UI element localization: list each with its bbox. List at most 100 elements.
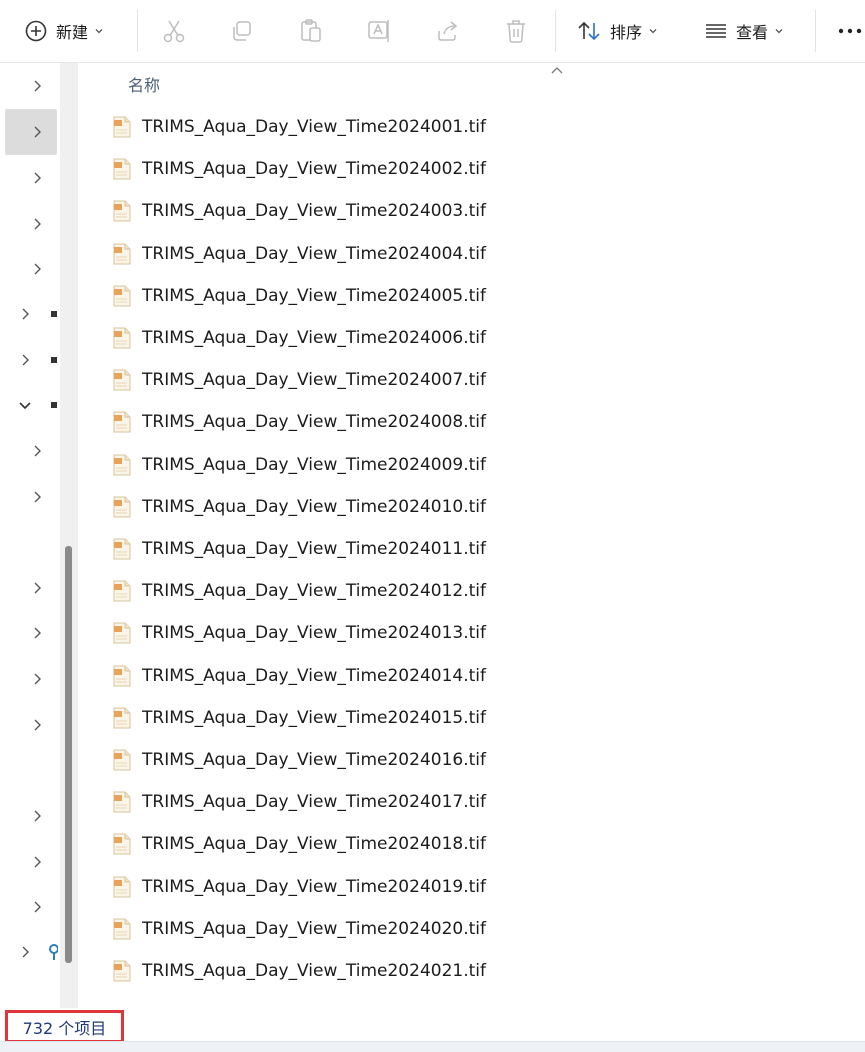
chevron-right-icon[interactable] bbox=[20, 353, 30, 367]
file-row[interactable]: TRIMS_Aqua_Day_View_Time2024020.tif bbox=[80, 908, 865, 950]
chevron-right-icon[interactable] bbox=[32, 672, 42, 686]
file-row[interactable]: TRIMS_Aqua_Day_View_Time2024021.tif bbox=[80, 950, 865, 992]
chevron-right-icon[interactable] bbox=[32, 581, 42, 595]
file-name: TRIMS_Aqua_Day_View_Time2024020.tif bbox=[142, 918, 486, 939]
chevron-down-icon bbox=[648, 26, 658, 36]
file-row[interactable]: TRIMS_Aqua_Day_View_Time2024008.tif bbox=[80, 401, 865, 443]
chevron-right-icon[interactable] bbox=[32, 79, 42, 93]
nav-item[interactable] bbox=[0, 884, 58, 930]
chevron-down-icon[interactable] bbox=[18, 400, 32, 410]
nav-item[interactable] bbox=[0, 246, 58, 292]
scissors-icon bbox=[162, 18, 186, 44]
window-bottom-edge bbox=[0, 1041, 865, 1052]
chevron-right-icon[interactable] bbox=[32, 125, 42, 139]
file-row[interactable]: TRIMS_Aqua_Day_View_Time2024014.tif bbox=[80, 655, 865, 697]
tif-file-icon bbox=[112, 918, 132, 940]
file-name: TRIMS_Aqua_Day_View_Time2024011.tif bbox=[142, 539, 486, 559]
nav-item[interactable] bbox=[0, 793, 58, 839]
chevron-right-icon[interactable] bbox=[32, 626, 42, 640]
view-button[interactable]: 查看 bbox=[704, 0, 784, 62]
chevron-right-icon[interactable] bbox=[32, 262, 42, 276]
tif-file-icon bbox=[112, 327, 132, 349]
tif-file-icon bbox=[112, 580, 132, 602]
more-button[interactable] bbox=[838, 0, 862, 62]
file-row[interactable]: TRIMS_Aqua_Day_View_Time2024016.tif bbox=[80, 739, 865, 781]
nav-item[interactable] bbox=[0, 565, 58, 611]
file-name: TRIMS_Aqua_Day_View_Time2024019.tif bbox=[142, 876, 486, 897]
chevron-down-icon bbox=[774, 26, 784, 36]
chevron-right-icon[interactable] bbox=[32, 718, 42, 732]
file-row[interactable]: TRIMS_Aqua_Day_View_Time2024007.tif bbox=[80, 359, 865, 401]
nav-item[interactable] bbox=[0, 474, 58, 520]
chevron-right-icon[interactable] bbox=[32, 171, 42, 185]
nav-item[interactable] bbox=[0, 201, 58, 247]
file-row[interactable]: TRIMS_Aqua_Day_View_Time2024012.tif bbox=[80, 570, 865, 612]
chevron-right-icon[interactable] bbox=[32, 444, 42, 458]
rename-icon bbox=[366, 18, 392, 44]
column-header-name[interactable]: 名称 bbox=[128, 72, 160, 96]
file-row[interactable]: TRIMS_Aqua_Day_View_Time2024017.tif bbox=[80, 781, 865, 823]
nav-item-network[interactable] bbox=[0, 929, 59, 975]
nav-item[interactable] bbox=[0, 702, 58, 748]
nav-item[interactable] bbox=[0, 656, 58, 702]
file-row[interactable]: TRIMS_Aqua_Day_View_Time2024001.tif bbox=[80, 106, 865, 148]
nav-scrollbar-thumb[interactable] bbox=[65, 546, 72, 963]
nav-item[interactable] bbox=[0, 839, 58, 885]
chevron-right-icon[interactable] bbox=[32, 490, 42, 504]
toolbar-divider bbox=[137, 10, 138, 52]
file-row[interactable]: TRIMS_Aqua_Day_View_Time2024003.tif bbox=[80, 190, 865, 232]
rename-button[interactable] bbox=[366, 0, 392, 62]
copy-button[interactable] bbox=[230, 0, 254, 62]
chevron-right-icon[interactable] bbox=[32, 855, 42, 869]
chevron-right-icon[interactable] bbox=[32, 217, 42, 231]
file-row[interactable]: TRIMS_Aqua_Day_View_Time2024013.tif bbox=[80, 612, 865, 654]
file-row[interactable]: TRIMS_Aqua_Day_View_Time2024004.tif bbox=[80, 233, 865, 275]
nav-item[interactable] bbox=[0, 428, 58, 474]
tif-file-icon bbox=[112, 116, 132, 138]
file-name: TRIMS_Aqua_Day_View_Time2024006.tif bbox=[142, 328, 486, 348]
nav-item[interactable] bbox=[0, 291, 58, 337]
chevron-right-icon[interactable] bbox=[32, 809, 42, 823]
nav-item[interactable] bbox=[0, 610, 58, 656]
tif-file-icon bbox=[112, 538, 132, 560]
file-row[interactable]: TRIMS_Aqua_Day_View_Time2024009.tif bbox=[80, 444, 865, 486]
plus-circle-icon bbox=[24, 19, 48, 43]
file-name: TRIMS_Aqua_Day_View_Time2024016.tif bbox=[142, 750, 486, 770]
file-row[interactable]: TRIMS_Aqua_Day_View_Time2024010.tif bbox=[80, 486, 865, 528]
tif-file-icon bbox=[112, 749, 132, 771]
tif-file-icon bbox=[112, 496, 132, 518]
file-row[interactable]: TRIMS_Aqua_Day_View_Time2024015.tif bbox=[80, 697, 865, 739]
tif-file-icon bbox=[112, 960, 132, 982]
file-list: 名称 TRIMS_Aqua_Day_View_Time2024001.tif TR… bbox=[80, 63, 865, 1008]
file-name: TRIMS_Aqua_Day_View_Time2024021.tif bbox=[142, 961, 486, 981]
command-bar: 新建 排序 查看 bbox=[0, 0, 865, 63]
delete-button[interactable] bbox=[504, 0, 528, 62]
file-row[interactable]: TRIMS_Aqua_Day_View_Time2024005.tif bbox=[80, 275, 865, 317]
tif-file-icon bbox=[112, 200, 132, 222]
nav-item-expanded[interactable] bbox=[0, 382, 58, 428]
file-name: TRIMS_Aqua_Day_View_Time2024015.tif bbox=[142, 707, 486, 728]
file-row[interactable]: TRIMS_Aqua_Day_View_Time2024011.tif bbox=[80, 528, 865, 570]
nav-item[interactable] bbox=[0, 337, 58, 383]
chevron-right-icon[interactable] bbox=[20, 945, 30, 959]
sort-button[interactable]: 排序 bbox=[576, 0, 658, 62]
nav-item[interactable] bbox=[0, 63, 58, 109]
new-button[interactable]: 新建 bbox=[24, 0, 104, 62]
tif-file-icon bbox=[112, 243, 132, 265]
file-name: TRIMS_Aqua_Day_View_Time2024002.tif bbox=[142, 159, 486, 180]
share-button[interactable] bbox=[435, 0, 461, 62]
cut-button[interactable] bbox=[162, 0, 186, 62]
item-count: 732 个项目 bbox=[22, 1018, 107, 1038]
file-name: TRIMS_Aqua_Day_View_Time2024009.tif bbox=[142, 454, 486, 475]
nav-item[interactable] bbox=[0, 155, 58, 201]
file-row[interactable]: TRIMS_Aqua_Day_View_Time2024018.tif bbox=[80, 823, 865, 865]
chevron-right-icon[interactable] bbox=[32, 900, 42, 914]
view-button-label: 查看 bbox=[736, 23, 769, 42]
chevron-right-icon[interactable] bbox=[20, 307, 30, 321]
file-row[interactable]: TRIMS_Aqua_Day_View_Time2024002.tif bbox=[80, 148, 865, 190]
file-row[interactable]: TRIMS_Aqua_Day_View_Time2024019.tif bbox=[80, 866, 865, 908]
tif-file-icon bbox=[112, 665, 132, 687]
nav-item-selected[interactable] bbox=[5, 109, 57, 155]
paste-button[interactable] bbox=[298, 0, 324, 62]
file-row[interactable]: TRIMS_Aqua_Day_View_Time2024006.tif bbox=[80, 317, 865, 359]
